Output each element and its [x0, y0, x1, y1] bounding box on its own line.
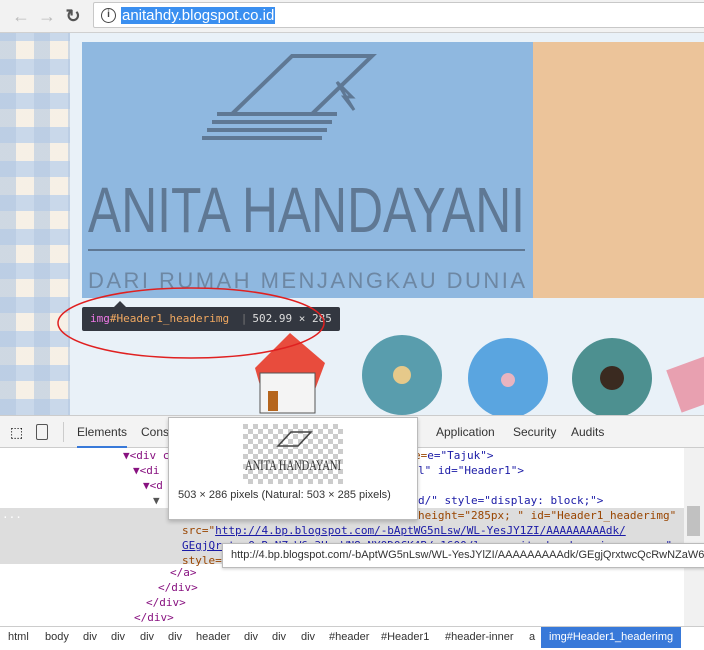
breadcrumb-item[interactable]: html: [5, 627, 32, 648]
code-fragment: e="Tajuk">: [427, 449, 494, 462]
scrollbar-thumb[interactable]: [687, 506, 700, 536]
browser-toolbar: ← → ↻ i anitahdy.blogspot.co.id: [0, 0, 704, 33]
url-text[interactable]: anitahdy.blogspot.co.id: [121, 7, 276, 24]
breadcrumb-item[interactable]: #header-inner: [442, 627, 517, 648]
laptop-logo-icon: ANITA HANDAYANI DARI RUMAH MENJANGKAU DU…: [88, 54, 525, 293]
expand-arrow[interactable]: ▼: [153, 494, 160, 508]
tab-security[interactable]: Security: [513, 416, 556, 448]
preview-caption: 503 × 286 pixels (Natural: 503 × 285 pix…: [178, 489, 391, 501]
breadcrumb-item[interactable]: body: [42, 627, 72, 648]
code-fragment: l" id="Header1">: [418, 464, 524, 477]
breadcrumb-item[interactable]: header: [193, 627, 233, 648]
tab-elements[interactable]: Elements: [77, 416, 128, 448]
breadcrumb-item[interactable]: #header: [326, 627, 372, 648]
breadcrumb-item[interactable]: div: [108, 627, 128, 648]
code-line[interactable]: ▼<di: [133, 464, 160, 478]
image-preview-popup: ANITA HANDAYANI 503 × 286 pixels (Natura…: [168, 417, 418, 520]
red-annotation-ellipse: [57, 287, 325, 359]
code-fragment: d/" style="display: block;">: [418, 494, 604, 507]
code-line[interactable]: ▼<d: [143, 479, 163, 493]
breadcrumb: html body div div div div header div div div #head…: [0, 626, 704, 650]
back-button[interactable]: ←: [10, 5, 32, 27]
header-image[interactable]: ANITA HANDAYANI DARI RUMAH MENJANGKAU DU…: [82, 42, 533, 298]
card-icon: [666, 356, 704, 413]
code-line[interactable]: </div>: [134, 611, 174, 625]
device-toolbar-icon[interactable]: [36, 424, 48, 440]
breadcrumb-item[interactable]: div: [80, 627, 100, 648]
header-side-panel: [533, 42, 704, 298]
flower-icon-2: [468, 338, 548, 415]
breadcrumb-item[interactable]: div: [269, 627, 289, 648]
reload-button[interactable]: ↻: [62, 5, 84, 27]
scrollbar[interactable]: [684, 448, 704, 626]
code-line[interactable]: </div>: [146, 596, 186, 610]
url-tooltip: http://4.bp.blogspot.com/-bAptWG5nLsw/WL…: [222, 543, 704, 568]
breadcrumb-item[interactable]: div: [165, 627, 185, 648]
svg-text:ANITA HANDAYANI: ANITA HANDAYANI: [88, 174, 525, 246]
node-menu[interactable]: ...: [2, 508, 22, 522]
svg-text:ANITA HANDAYANI: ANITA HANDAYANI: [245, 458, 341, 474]
src-link[interactable]: http://4.bp.blogspot.com/-bAptWG5nLsw/WL…: [215, 524, 626, 537]
tab-audits[interactable]: Audits: [571, 416, 604, 448]
web-page: ANITA HANDAYANI DARI RUMAH MENJANGKAU DU…: [0, 33, 704, 415]
code-line[interactable]: </a>: [170, 566, 197, 580]
forward-button[interactable]: →: [36, 5, 58, 27]
inspect-element-icon[interactable]: ⬚: [10, 424, 23, 441]
attr-src: src=": [182, 524, 216, 537]
info-icon[interactable]: i: [101, 8, 116, 23]
flower-icon-3: [572, 338, 652, 415]
breadcrumb-item[interactable]: #Header1: [378, 627, 432, 648]
breadcrumb-item[interactable]: div: [137, 627, 157, 648]
breadcrumb-item[interactable]: a: [526, 627, 538, 648]
breadcrumb-item[interactable]: div: [298, 627, 318, 648]
code-fragment: height="285px; " id="Header1_headerimg": [418, 509, 677, 522]
tab-application[interactable]: Application: [436, 416, 495, 448]
code-line[interactable]: </div>: [158, 581, 198, 595]
code-line[interactable]: ▼<div c: [123, 449, 169, 463]
preview-thumbnail: ANITA HANDAYANI: [243, 424, 343, 484]
address-bar[interactable]: i anitahdy.blogspot.co.id: [93, 2, 704, 28]
flower-icon-1: [362, 335, 442, 415]
tab-console[interactable]: Cons: [141, 416, 169, 448]
breadcrumb-item[interactable]: img#Header1_headerimg: [541, 627, 682, 648]
breadcrumb-item[interactable]: div: [241, 627, 261, 648]
